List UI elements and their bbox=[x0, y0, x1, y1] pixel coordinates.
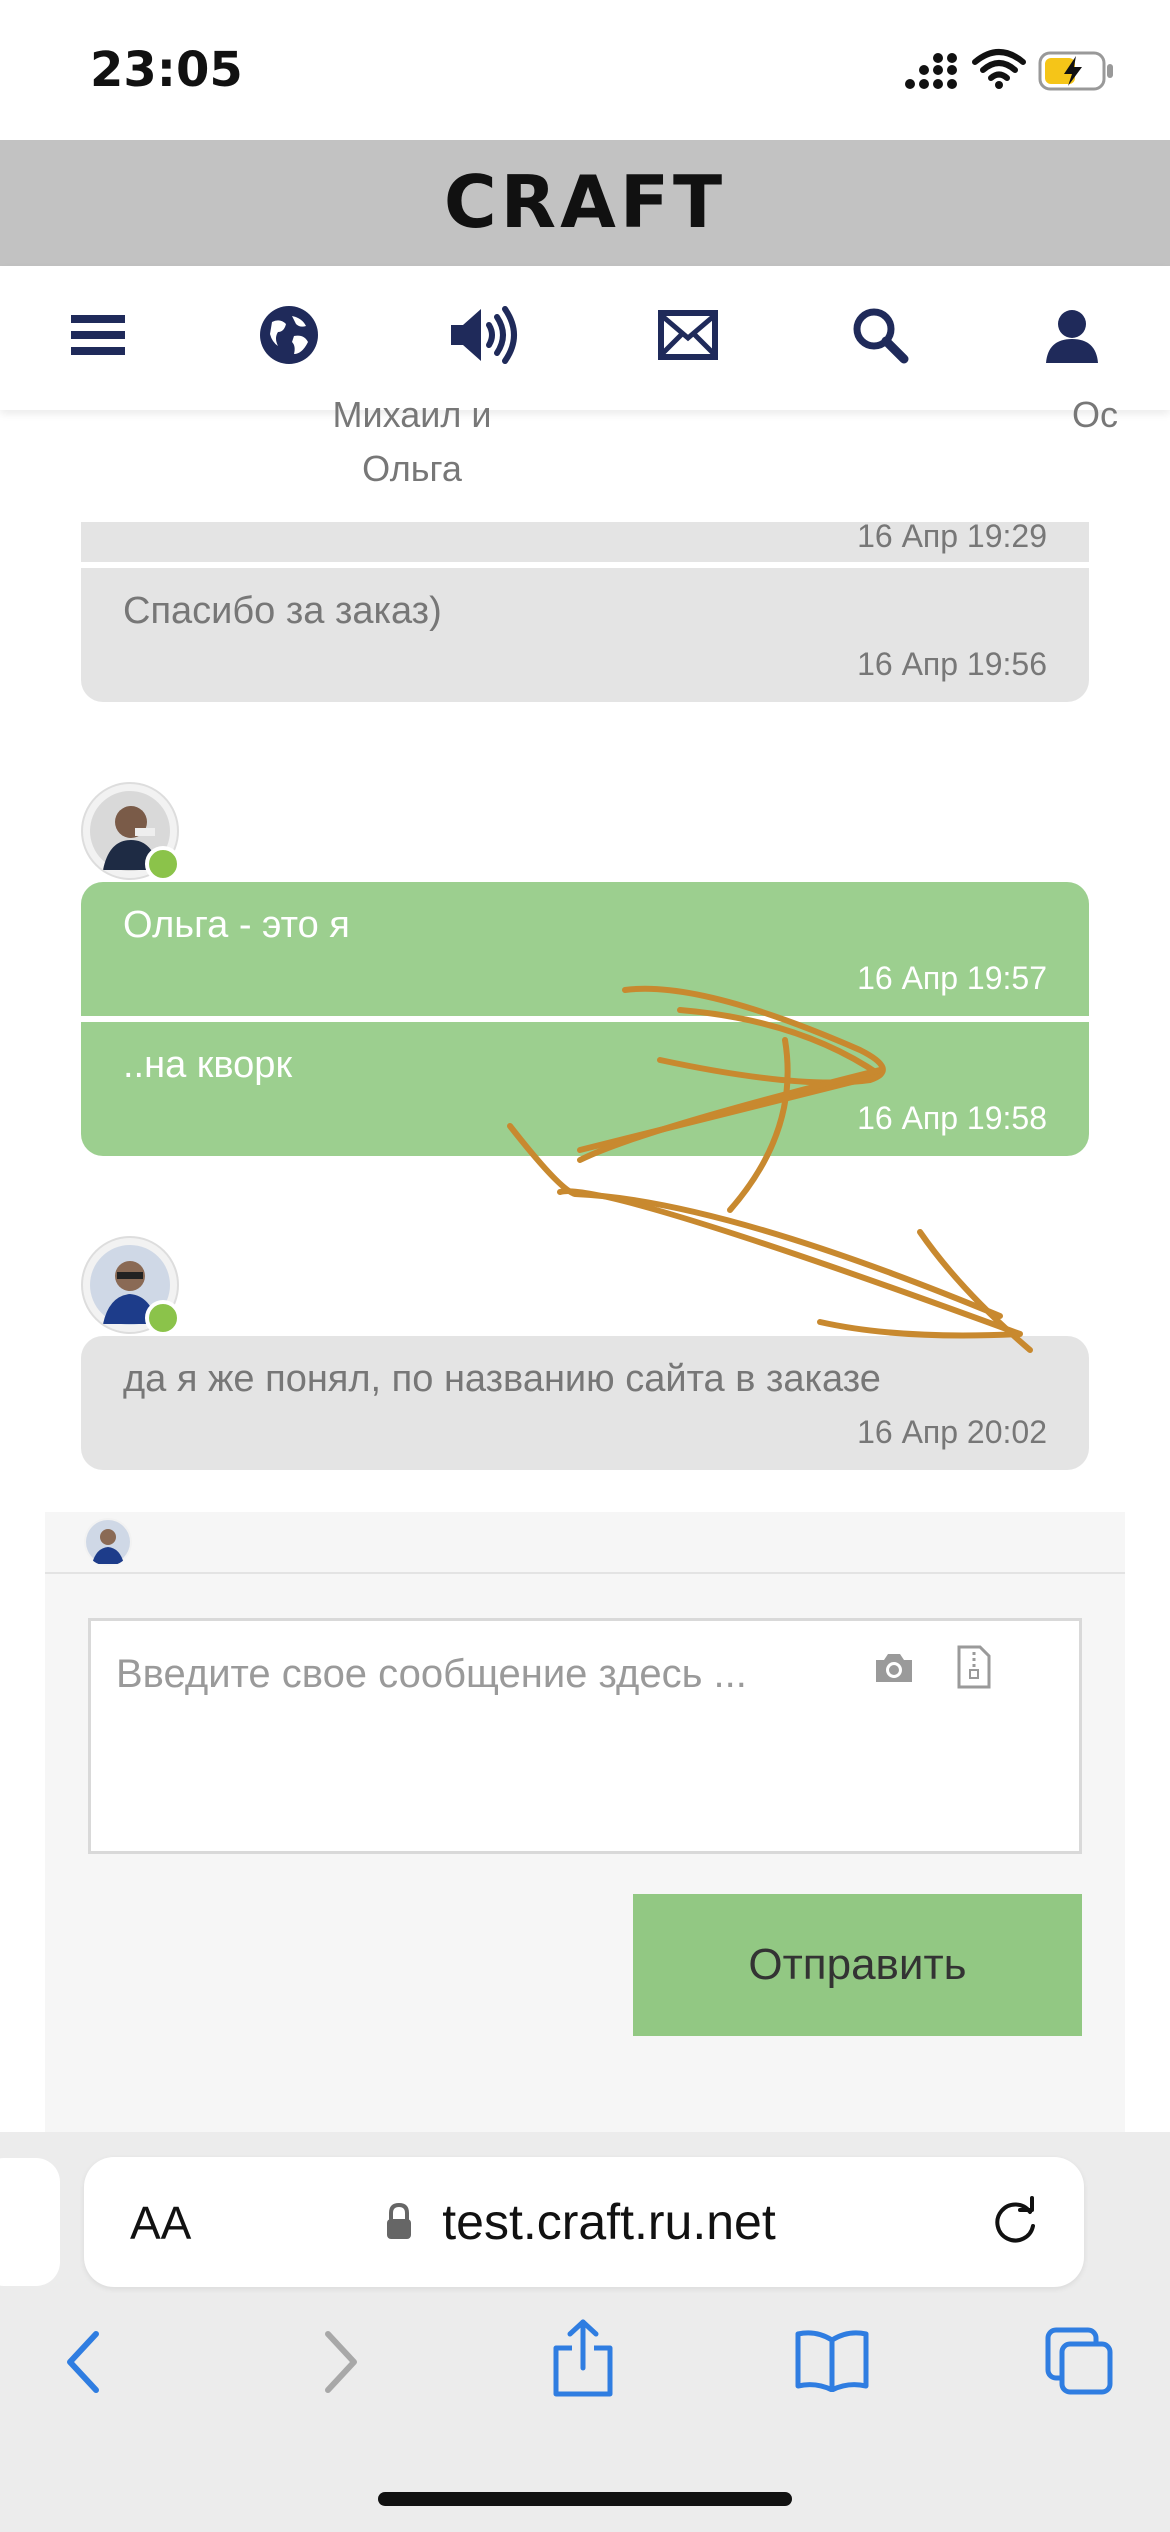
divider bbox=[45, 1572, 1125, 1574]
annotation-arrows bbox=[507, 985, 1033, 1353]
share-icon[interactable] bbox=[550, 2318, 616, 2398]
home-indicator bbox=[378, 2492, 792, 2506]
back-icon[interactable] bbox=[64, 2330, 104, 2394]
attach-file-icon[interactable] bbox=[956, 1644, 992, 1690]
avatar-small bbox=[84, 1518, 132, 1566]
reload-icon[interactable] bbox=[990, 2196, 1040, 2250]
message-time: 16 Апр 20:02 bbox=[857, 1414, 1047, 1450]
forward-icon[interactable] bbox=[320, 2330, 360, 2394]
message-input-placeholder: Введите свое сообщение здесь ... bbox=[116, 1652, 747, 1696]
tabs-icon[interactable] bbox=[1044, 2326, 1116, 2398]
camera-icon[interactable] bbox=[872, 1650, 916, 1686]
bookmarks-icon[interactable] bbox=[794, 2328, 870, 2392]
send-button[interactable]: Отправить bbox=[633, 1894, 1082, 2036]
